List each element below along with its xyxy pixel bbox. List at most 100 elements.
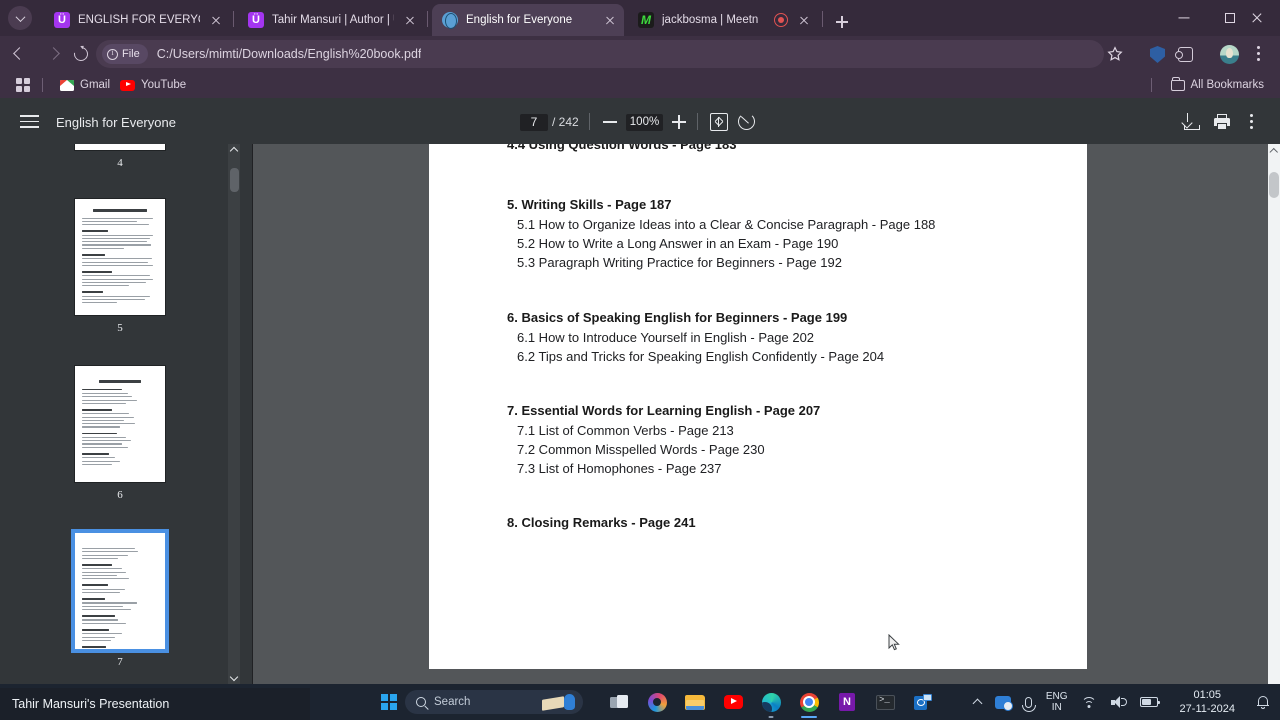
address-bar[interactable]: File C:/Users/mimti/Downloads/English%20… <box>96 40 1104 68</box>
sidebar-scroll-down-button[interactable] <box>228 672 240 684</box>
thumbnail-content <box>75 533 165 649</box>
sidebar-scroll-up-button[interactable] <box>228 144 240 156</box>
page-number-input[interactable]: 7 <box>520 114 548 131</box>
browser-tab-1[interactable]: Ü ENGLISH FOR EVERYONE From <box>44 4 230 36</box>
toc-item: 5.3 Paragraph Writing Practice for Begin… <box>517 255 842 270</box>
tab-close-button[interactable] <box>796 12 812 28</box>
browser-tab-4[interactable]: M jackbosma | Meetn <box>628 4 818 36</box>
thumbnail-group-4[interactable]: 4 <box>0 144 240 169</box>
browser-tab-3-active[interactable]: English for Everyone <box>432 4 624 36</box>
forward-arrow-icon <box>47 47 60 60</box>
tab-close-button[interactable] <box>402 12 418 28</box>
sidebar-scrollbar-thumb[interactable] <box>230 168 239 192</box>
page-scroll-up-button[interactable] <box>1268 144 1280 156</box>
bookmark-star-button[interactable] <box>1102 41 1128 67</box>
page-thumbnail[interactable] <box>75 144 165 150</box>
all-bookmarks-button[interactable]: All Bookmarks <box>1165 75 1271 95</box>
tray-wifi-button[interactable] <box>1075 684 1104 720</box>
copilot-button[interactable] <box>638 684 676 720</box>
browser-toolbar: File C:/Users/mimti/Downloads/English%20… <box>0 36 1280 98</box>
pdf-more-options-button[interactable] <box>1241 111 1263 133</box>
profile-button[interactable] <box>1216 41 1242 67</box>
chevron-up-icon <box>229 146 239 156</box>
thumbnail-group-5[interactable]: 5 <box>0 199 240 334</box>
tray-chat-button[interactable] <box>988 684 1018 720</box>
pinned-apps: N <box>600 684 942 720</box>
language-code: ENG <box>1045 690 1068 702</box>
tray-battery-button[interactable] <box>1133 684 1165 720</box>
tray-language-indicator[interactable]: ENG IN <box>1039 684 1075 720</box>
youtube-app-button[interactable] <box>714 684 752 720</box>
print-icon <box>1217 123 1227 130</box>
pdf-thumbnail-sidebar[interactable]: 4 5 6 7 <box>0 144 240 684</box>
file-explorer-icon <box>685 694 705 710</box>
tray-clock[interactable]: 01:05 27-11-2024 <box>1165 684 1250 720</box>
thumbnail-group-6[interactable]: 6 <box>0 366 240 501</box>
notification-toast-text: Tahir Mansuri's Presentation <box>12 697 170 711</box>
terminal-icon <box>875 694 895 710</box>
url-text: C:/Users/mimti/Downloads/English%20book.… <box>156 47 422 61</box>
browser-menu-button[interactable] <box>1246 41 1272 67</box>
notification-toast[interactable]: Tahir Mansuri's Presentation <box>0 688 310 720</box>
zoom-in-button[interactable] <box>669 112 689 132</box>
fit-page-button[interactable] <box>710 113 728 131</box>
toc-section-heading: 7. Essential Words for Learning English … <box>507 403 821 418</box>
file-explorer-button[interactable] <box>676 684 714 720</box>
bookmark-gmail[interactable]: Gmail <box>54 75 116 95</box>
reload-button[interactable] <box>68 41 94 67</box>
outlook-button[interactable] <box>904 684 942 720</box>
hamburger-icon[interactable] <box>20 115 39 128</box>
page-thumbnail-selected[interactable] <box>71 529 169 653</box>
tab-divider <box>427 11 428 27</box>
edge-button[interactable] <box>752 684 790 720</box>
taskbar-search-box[interactable]: Search <box>405 690 583 714</box>
extensions-button[interactable] <box>1172 41 1198 67</box>
tab-recording-indicator-icon[interactable] <box>774 13 788 27</box>
tab-search-button[interactable] <box>8 6 32 30</box>
page-thumbnail[interactable] <box>75 366 165 482</box>
file-scheme-badge[interactable]: File <box>102 44 148 64</box>
tab-close-button[interactable] <box>208 12 224 28</box>
forward-button[interactable] <box>40 41 66 67</box>
pdf-page[interactable]: 4.4 Using Question Words - Page 183 5. W… <box>429 144 1087 669</box>
zoom-out-button[interactable] <box>600 112 620 132</box>
onenote-button[interactable]: N <box>828 684 866 720</box>
shield-extension-button[interactable] <box>1144 41 1170 67</box>
region-code: IN <box>1051 702 1062 713</box>
tab-title: Tahir Mansuri | Author | Udemy <box>272 14 394 26</box>
tray-volume-button[interactable] <box>1104 684 1133 720</box>
browser-tab-2[interactable]: Ü Tahir Mansuri | Author | Udemy <box>238 4 424 36</box>
window-close-button[interactable] <box>1234 0 1280 36</box>
toc-section-heading: 5. Writing Skills - Page 187 <box>507 197 672 212</box>
page-scrollbar[interactable] <box>1268 144 1280 684</box>
chevron-up-icon <box>972 698 983 709</box>
print-button[interactable] <box>1211 111 1233 133</box>
chrome-button[interactable] <box>790 684 828 720</box>
rotate-button[interactable] <box>738 113 755 130</box>
task-view-button[interactable] <box>600 684 638 720</box>
browser-window: Ü ENGLISH FOR EVERYONE From Ü Tahir Mans… <box>0 0 1280 684</box>
tray-microphone-button[interactable] <box>1018 684 1039 720</box>
back-button[interactable] <box>8 41 34 67</box>
sidebar-scrollbar[interactable] <box>228 144 240 684</box>
edge-icon <box>761 692 781 712</box>
star-icon <box>1107 46 1123 61</box>
start-button[interactable] <box>370 684 408 720</box>
download-button[interactable] <box>1181 111 1203 133</box>
page-thumbnail[interactable] <box>75 199 165 315</box>
page-scrollbar-thumb[interactable] <box>1269 172 1279 198</box>
thumbnail-group-7[interactable]: 7 <box>0 529 240 668</box>
thumbnail-content <box>75 199 165 315</box>
tray-overflow-button[interactable] <box>967 684 988 720</box>
tab-close-button[interactable] <box>602 12 618 28</box>
toolbar-divider <box>589 113 590 130</box>
bookmarks-bar: Gmail YouTube All Bookmarks <box>0 72 1280 98</box>
pdf-page-area[interactable]: 4.4 Using Question Words - Page 183 5. W… <box>253 144 1268 684</box>
tray-notifications-button[interactable] <box>1250 684 1276 720</box>
terminal-button[interactable] <box>866 684 904 720</box>
chevron-down-icon <box>229 672 239 682</box>
bookmark-youtube[interactable]: YouTube <box>114 75 192 95</box>
window-minimize-button[interactable] <box>1161 0 1207 36</box>
apps-grid-icon[interactable] <box>16 78 30 92</box>
new-tab-button[interactable] <box>828 8 856 36</box>
